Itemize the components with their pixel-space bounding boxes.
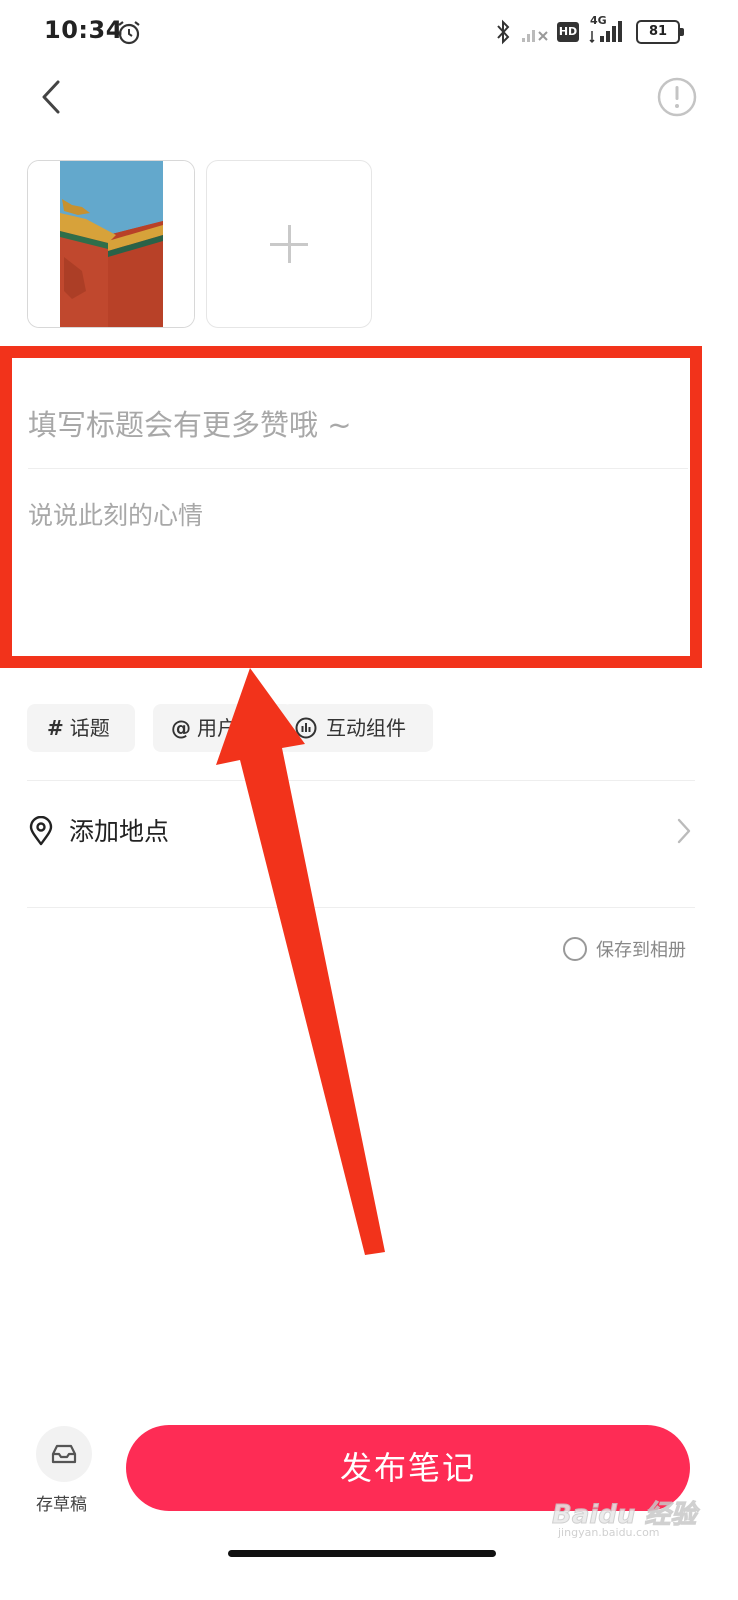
image-thumbnail[interactable] <box>27 160 195 328</box>
chevron-right-icon <box>677 818 691 844</box>
note-editor: 填写标题会有更多赞哦 ~ 说说此刻的心情 <box>0 346 702 666</box>
plus-icon-vertical <box>288 225 291 263</box>
battery-tip <box>680 28 684 36</box>
section-divider-2 <box>27 907 695 908</box>
content-input[interactable]: 说说此刻的心情 <box>28 496 203 532</box>
info-icon[interactable] <box>656 76 698 118</box>
draft-icon-circle <box>36 1426 92 1482</box>
interactive-widget-chip[interactable]: 互动组件 <box>282 704 433 752</box>
status-time: 10:34 <box>44 16 123 44</box>
topic-chip[interactable]: # 话题 <box>27 704 135 752</box>
signal-no-sim-icon <box>522 30 548 42</box>
section-divider <box>27 780 695 781</box>
interactive-widget-chip-label: 互动组件 <box>326 716 406 740</box>
title-input[interactable]: 填写标题会有更多赞哦 ~ <box>28 402 352 444</box>
at-icon: @ <box>171 716 191 740</box>
save-draft-label: 存草稿 <box>36 1495 87 1515</box>
status-bar: 10:34 HD 4G 81 <box>0 0 738 64</box>
photo-forbidden-city <box>28 161 194 327</box>
topic-chip-label: 话题 <box>69 716 110 740</box>
battery-level: 81 <box>636 20 680 44</box>
save-draft-button[interactable]: 存草稿 <box>30 1426 100 1516</box>
mention-user-chip-label: 用户 <box>197 716 237 740</box>
baidu-watermark: Baidu 经验 jingyan.baidu.com <box>551 1494 702 1540</box>
alarm-icon <box>118 21 140 45</box>
radio-unchecked-icon[interactable] <box>563 937 587 961</box>
hd-badge: HD <box>557 22 579 42</box>
mention-user-chip[interactable]: @ 用户 <box>153 704 293 752</box>
widget-icon <box>295 717 317 739</box>
add-location-row[interactable]: 添加地点 <box>27 790 695 870</box>
save-to-album-toggle[interactable]: 保存到相册 <box>563 934 703 964</box>
add-location-label: 添加地点 <box>69 817 170 846</box>
hashtag-icon: # <box>47 716 64 740</box>
battery-indicator: 81 <box>636 20 684 44</box>
add-image-button[interactable] <box>206 160 372 328</box>
back-arrow-icon[interactable] <box>30 72 74 122</box>
save-to-album-label: 保存到相册 <box>596 940 686 961</box>
signal-icon <box>589 21 622 44</box>
bluetooth-icon <box>497 19 510 45</box>
editor-divider <box>28 468 688 469</box>
watermark-url: jingyan.baidu.com <box>558 1526 660 1539</box>
location-pin-icon <box>29 816 53 846</box>
home-indicator[interactable] <box>228 1550 496 1557</box>
inbox-icon <box>51 1444 77 1464</box>
